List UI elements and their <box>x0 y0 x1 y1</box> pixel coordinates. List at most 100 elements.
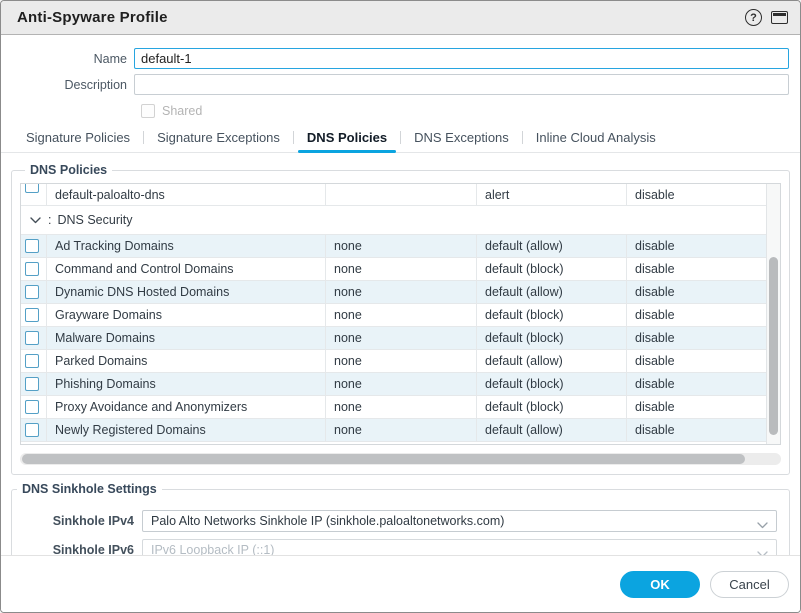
row-checkbox[interactable] <box>25 285 39 299</box>
titlebar-icons: ? <box>745 9 788 26</box>
table-row[interactable]: default-paloalto-dns alert disable <box>21 184 766 206</box>
dns-sinkhole-legend: DNS Sinkhole Settings <box>17 482 162 496</box>
row-policy-action[interactable]: default (allow) <box>477 235 627 257</box>
anti-spyware-profile-dialog: Anti-Spyware Profile ? Name Description … <box>0 0 801 613</box>
vertical-scrollbar[interactable] <box>766 184 780 444</box>
row-policy-action[interactable]: default (block) <box>477 258 627 280</box>
tab-separator <box>522 131 523 144</box>
window-icon[interactable] <box>771 11 788 24</box>
name-row: Name <box>1 48 789 69</box>
chevron-down-icon <box>757 518 768 532</box>
row-checkbox[interactable] <box>25 308 39 322</box>
dns-policies-section: DNS Policies default-paloalto-dns alert … <box>11 163 790 475</box>
shared-row: Shared <box>141 103 800 118</box>
row-checkbox[interactable] <box>25 400 39 414</box>
sinkhole-ipv4-select[interactable]: Palo Alto Networks Sinkhole IP (sinkhole… <box>142 510 777 532</box>
name-input[interactable] <box>134 48 789 69</box>
row-name: Ad Tracking Domains <box>47 235 326 257</box>
row-packet-capture[interactable]: disable <box>627 350 766 372</box>
dialog-title: Anti-Spyware Profile <box>17 9 745 26</box>
row-checkbox[interactable] <box>25 262 39 276</box>
row-log-severity[interactable]: none <box>326 373 477 395</box>
table-rows: default-paloalto-dns alert disable : DNS… <box>21 184 766 444</box>
table-row[interactable]: Parked Domains none default (allow) disa… <box>21 350 766 373</box>
row-log-severity[interactable]: none <box>326 350 477 372</box>
row-policy-action[interactable]: default (allow) <box>477 281 627 303</box>
row-packet-capture[interactable]: disable <box>627 373 766 395</box>
tab-dns-policies[interactable]: DNS Policies <box>298 126 396 152</box>
dialog-footer: OK Cancel <box>1 555 800 612</box>
row-log-severity[interactable]: none <box>326 327 477 349</box>
row-policy-action[interactable]: default (allow) <box>477 350 627 372</box>
row-packet-capture[interactable]: disable <box>627 184 766 205</box>
sinkhole-ipv4-row: Sinkhole IPv4 Palo Alto Networks Sinkhol… <box>12 510 777 532</box>
dns-policies-table: default-paloalto-dns alert disable : DNS… <box>20 183 781 445</box>
description-label: Description <box>1 78 134 92</box>
cancel-button[interactable]: Cancel <box>710 571 789 598</box>
sinkhole-ipv4-label: Sinkhole IPv4 <box>12 514 142 528</box>
row-checkbox[interactable] <box>25 377 39 391</box>
row-packet-capture[interactable]: disable <box>627 258 766 280</box>
row-name: Phishing Domains <box>47 373 326 395</box>
row-name: Proxy Avoidance and Anonymizers <box>47 396 326 418</box>
dialog-titlebar: Anti-Spyware Profile ? <box>1 1 800 35</box>
row-policy-action[interactable]: default (block) <box>477 327 627 349</box>
row-policy-action[interactable]: default (block) <box>477 304 627 326</box>
tab-signature-policies[interactable]: Signature Policies <box>17 126 139 152</box>
table-row[interactable]: Phishing Domains none default (block) di… <box>21 373 766 396</box>
tab-inline-cloud-analysis[interactable]: Inline Cloud Analysis <box>527 126 665 152</box>
row-log-severity[interactable]: none <box>326 396 477 418</box>
help-icon[interactable]: ? <box>745 9 762 26</box>
tab-separator <box>293 131 294 144</box>
row-log-severity[interactable]: none <box>326 258 477 280</box>
row-name: Parked Domains <box>47 350 326 372</box>
chevron-down-icon[interactable] <box>30 217 41 224</box>
table-row[interactable]: Dynamic DNS Hosted Domains none default … <box>21 281 766 304</box>
tab-dns-exceptions[interactable]: DNS Exceptions <box>405 126 518 152</box>
row-packet-capture[interactable]: disable <box>627 396 766 418</box>
table-row[interactable]: Ad Tracking Domains none default (allow)… <box>21 235 766 258</box>
table-row[interactable]: Malware Domains none default (block) dis… <box>21 327 766 350</box>
window-icon-bar <box>773 13 786 16</box>
row-packet-capture[interactable]: disable <box>627 304 766 326</box>
tab-separator <box>143 131 144 144</box>
row-name: Malware Domains <box>47 327 326 349</box>
row-packet-capture[interactable]: disable <box>627 281 766 303</box>
description-input[interactable] <box>134 74 789 95</box>
row-packet-capture[interactable]: disable <box>627 235 766 257</box>
row-checkbox[interactable] <box>25 423 39 437</box>
table-row[interactable]: Command and Control Domains none default… <box>21 258 766 281</box>
row-checkbox[interactable] <box>25 184 39 193</box>
row-name: Newly Registered Domains <box>47 419 326 441</box>
row-name: Command and Control Domains <box>47 258 326 280</box>
vertical-scrollbar-thumb[interactable] <box>769 257 778 435</box>
row-log-severity[interactable]: none <box>326 235 477 257</box>
tab-bar: Signature Policies Signature Exceptions … <box>1 126 800 153</box>
name-label: Name <box>1 52 134 66</box>
row-packet-capture[interactable]: disable <box>627 419 766 441</box>
row-policy-action[interactable]: default (allow) <box>477 419 627 441</box>
row-checkbox[interactable] <box>25 239 39 253</box>
table-row[interactable]: Grayware Domains none default (block) di… <box>21 304 766 327</box>
row-policy-action[interactable]: default (block) <box>477 396 627 418</box>
row-checkbox[interactable] <box>25 331 39 345</box>
row-log-severity[interactable]: none <box>326 419 477 441</box>
row-log-severity[interactable]: none <box>326 304 477 326</box>
table-row[interactable]: Newly Registered Domains none default (a… <box>21 419 766 442</box>
horizontal-scrollbar[interactable] <box>20 453 781 465</box>
dns-policies-legend: DNS Policies <box>25 163 112 177</box>
group-label: DNS Security <box>57 213 132 227</box>
row-policy-action[interactable]: default (block) <box>477 373 627 395</box>
row-log-severity[interactable] <box>326 184 477 205</box>
description-row: Description <box>1 74 789 95</box>
tab-signature-exceptions[interactable]: Signature Exceptions <box>148 126 289 152</box>
row-packet-capture[interactable]: disable <box>627 327 766 349</box>
table-row[interactable]: Proxy Avoidance and Anonymizers none def… <box>21 396 766 419</box>
horizontal-scrollbar-thumb[interactable] <box>22 454 745 464</box>
shared-checkbox <box>141 104 155 118</box>
row-policy-action[interactable]: alert <box>477 184 627 205</box>
row-log-severity[interactable]: none <box>326 281 477 303</box>
ok-button[interactable]: OK <box>620 571 700 598</box>
dns-security-group-row[interactable]: : DNS Security <box>21 206 766 235</box>
row-checkbox[interactable] <box>25 354 39 368</box>
